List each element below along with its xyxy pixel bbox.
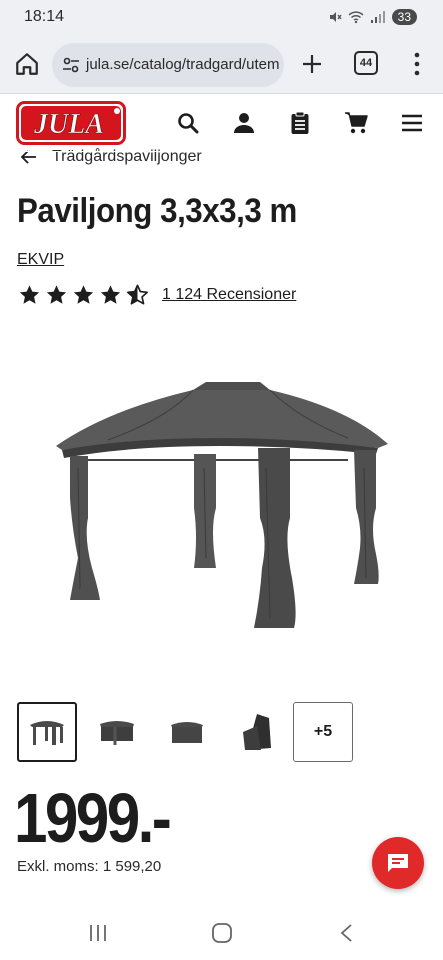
- address-bar[interactable]: jula.se/catalog/tradgard/utem: [52, 43, 284, 87]
- system-nav-bar: [0, 905, 443, 960]
- product-title: Paviljong 3,3x3,3 m: [17, 192, 297, 230]
- wifi-icon: [348, 11, 364, 24]
- chat-button[interactable]: [372, 837, 424, 889]
- product-price: 1999.-: [14, 779, 172, 857]
- header-edge: [0, 151, 443, 152]
- thumbnail-1[interactable]: [17, 702, 77, 762]
- thumbnail-gazebo-image: [100, 721, 134, 745]
- product-main-image[interactable]: [48, 378, 393, 640]
- home-nav-icon[interactable]: [211, 922, 233, 944]
- search-icon[interactable]: [176, 111, 200, 135]
- star-full-icon: [100, 285, 121, 304]
- breadcrumb[interactable]: Trädgårdspaviljonger: [20, 146, 202, 168]
- reviews-link[interactable]: 1 124 Recensioner: [162, 286, 296, 304]
- signal-icon: [370, 11, 385, 23]
- battery-indicator: 33: [391, 9, 417, 25]
- thumbnail-curtain-image: [243, 714, 271, 750]
- recent-apps-icon[interactable]: [87, 922, 109, 944]
- status-bar: 18:14 33: [0, 0, 443, 36]
- chat-icon: [388, 854, 408, 872]
- status-time: 18:14: [24, 8, 65, 25]
- hamburger-menu-icon[interactable]: [400, 111, 424, 135]
- thumbnail-4[interactable]: [227, 702, 287, 762]
- star-full-icon: [19, 285, 40, 304]
- svg-text:JULA: JULA: [33, 109, 104, 140]
- star-full-icon: [73, 285, 94, 304]
- thumbnail-3[interactable]: [157, 702, 217, 762]
- status-icons: 33: [328, 9, 417, 25]
- user-icon[interactable]: [232, 111, 256, 135]
- browser-toolbar: jula.se/catalog/tradgard/utem 44: [0, 36, 443, 94]
- site-header: JULA: [0, 95, 443, 151]
- brand-link[interactable]: EKVIP: [17, 251, 64, 269]
- tab-switcher-button[interactable]: 44: [354, 51, 378, 75]
- more-images-button[interactable]: +5: [293, 702, 353, 762]
- cart-icon[interactable]: [344, 111, 368, 135]
- star-full-icon: [46, 285, 67, 304]
- more-options-icon[interactable]: [405, 50, 429, 78]
- new-tab-icon[interactable]: [300, 52, 324, 76]
- mute-icon: [329, 12, 342, 22]
- thumbnail-gazebo-image: [171, 722, 203, 743]
- price-excl-vat: Exkl. moms: 1 599,20: [17, 858, 162, 875]
- home-icon[interactable]: [14, 51, 40, 77]
- rating-stars: [18, 284, 149, 306]
- star-half-icon: [127, 284, 148, 305]
- product-rating[interactable]: 1 124 Recensioner: [18, 284, 296, 306]
- thumbnail-gazebo-image: [30, 721, 64, 745]
- jula-logo[interactable]: JULA: [16, 101, 126, 145]
- site-settings-icon[interactable]: [62, 56, 80, 74]
- back-nav-icon[interactable]: [336, 922, 358, 944]
- url-text: jula.se/catalog/tradgard/utem: [86, 56, 280, 73]
- clipboard-icon[interactable]: [288, 111, 312, 135]
- thumbnail-2[interactable]: [87, 702, 147, 762]
